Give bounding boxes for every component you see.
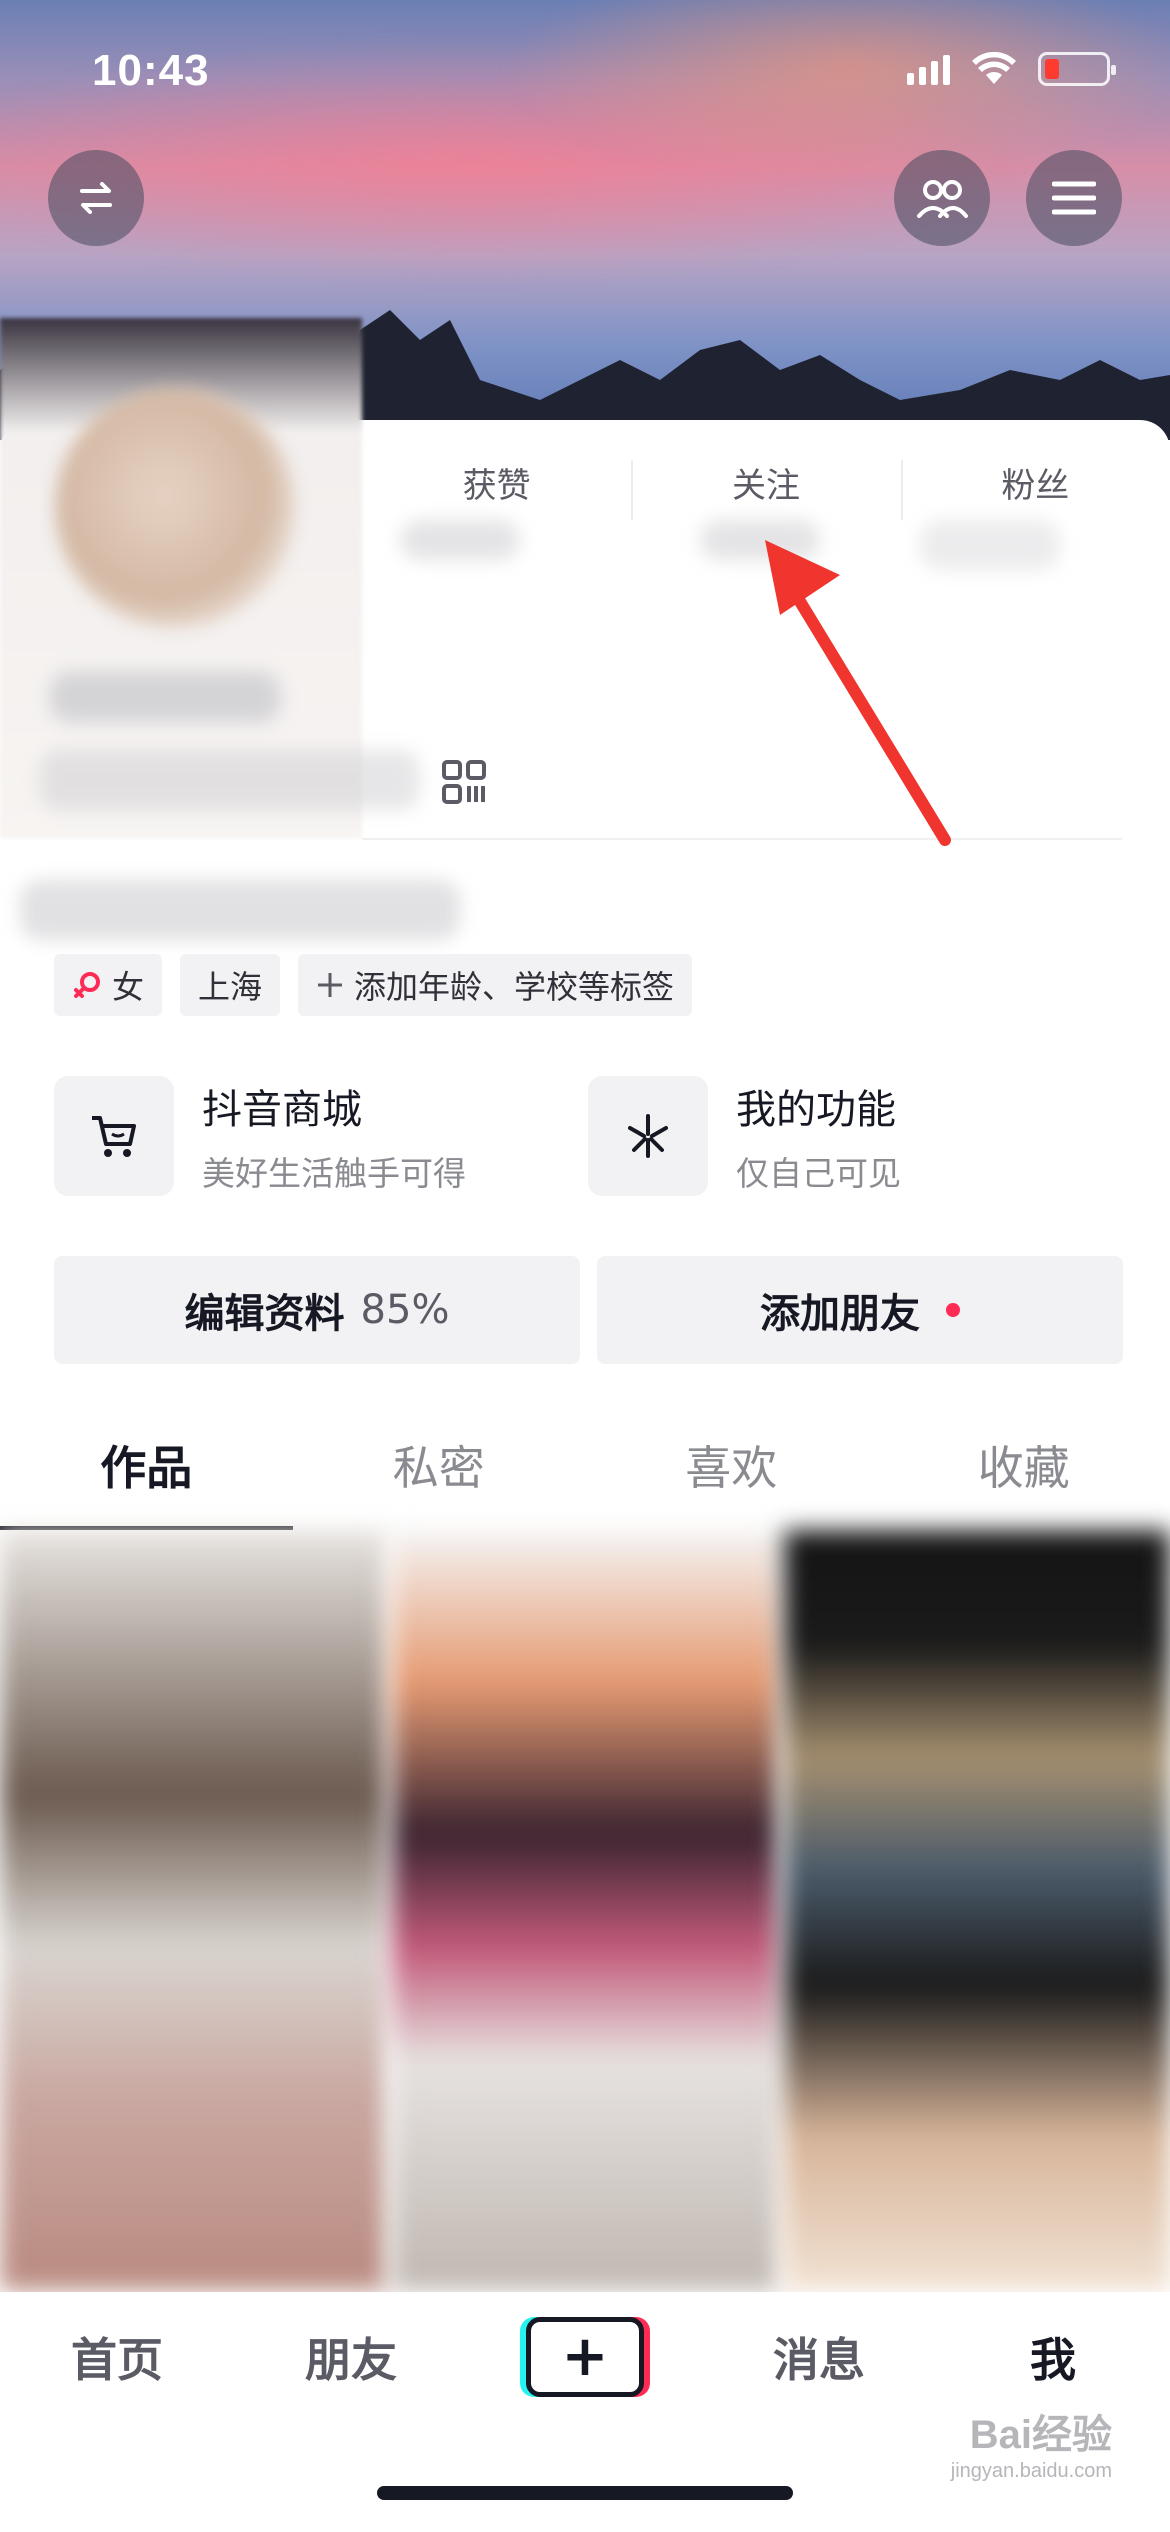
edit-profile-button[interactable]: 编辑资料 85% xyxy=(54,1256,580,1364)
female-icon xyxy=(74,972,100,998)
nav-messages[interactable]: 消息 xyxy=(702,2324,936,2390)
nav-me[interactable]: 我 xyxy=(936,2324,1170,2390)
people-icon xyxy=(917,180,968,218)
plus-icon xyxy=(318,973,343,997)
nav-home[interactable]: 首页 xyxy=(0,2324,234,2390)
video-grid xyxy=(0,1530,1170,2290)
account-id-blurred xyxy=(40,750,420,810)
nav-friends[interactable]: 朋友 xyxy=(234,2324,468,2390)
content-tabs: 作品 私密 喜欢 收藏 xyxy=(0,1400,1170,1530)
tab-works[interactable]: 作品 xyxy=(0,1400,293,1530)
signal-icon xyxy=(907,53,950,85)
add-friends-button[interactable]: 添加朋友 xyxy=(597,1256,1123,1364)
tab-likes[interactable]: 喜欢 xyxy=(585,1400,878,1530)
avatar[interactable] xyxy=(55,388,295,628)
video-thumbnail[interactable] xyxy=(784,1530,1170,2290)
feature-shop[interactable]: 抖音商城 美好生活触手可得 xyxy=(54,1076,466,1196)
cart-icon xyxy=(54,1076,174,1196)
nickname-blurred xyxy=(50,672,280,722)
video-thumbnail[interactable] xyxy=(392,1530,778,2290)
friends-button[interactable] xyxy=(894,150,990,246)
annotation-arrow xyxy=(765,540,951,846)
tab-favorites[interactable]: 收藏 xyxy=(878,1400,1170,1530)
wifi-icon xyxy=(972,52,1016,84)
create-plus-button: + xyxy=(526,2317,644,2397)
qr-code-icon[interactable] xyxy=(442,760,486,804)
switch-account-button[interactable] xyxy=(48,150,144,246)
video-thumbnail[interactable] xyxy=(0,1530,386,2290)
status-time: 10:43 xyxy=(92,46,210,95)
spark-icon xyxy=(588,1076,708,1196)
watermark: Bai经验 jingyan.baidu.com xyxy=(950,2413,1112,2482)
stat-value-blurred xyxy=(400,520,520,560)
menu-button[interactable] xyxy=(1026,150,1122,246)
tag-add-labels[interactable]: 添加年龄、学校等标签 xyxy=(298,954,693,1016)
home-indicator xyxy=(377,2486,793,2500)
status-icons xyxy=(907,52,1116,86)
bio-blurred xyxy=(20,880,460,940)
tag-gender[interactable]: 女 xyxy=(54,954,163,1016)
profile-tags: 女 上海 添加年龄、学校等标签 xyxy=(54,954,693,1016)
notification-dot xyxy=(946,1303,960,1317)
tag-location[interactable]: 上海 xyxy=(180,954,281,1016)
nav-create[interactable]: + xyxy=(468,2317,702,2397)
tab-private[interactable]: 私密 xyxy=(293,1400,586,1530)
battery-icon xyxy=(1038,52,1116,86)
feature-my-functions[interactable]: 我的功能 仅自己可见 xyxy=(588,1076,901,1196)
hamburger-icon xyxy=(1052,181,1096,215)
swap-arrows-icon xyxy=(80,182,112,214)
